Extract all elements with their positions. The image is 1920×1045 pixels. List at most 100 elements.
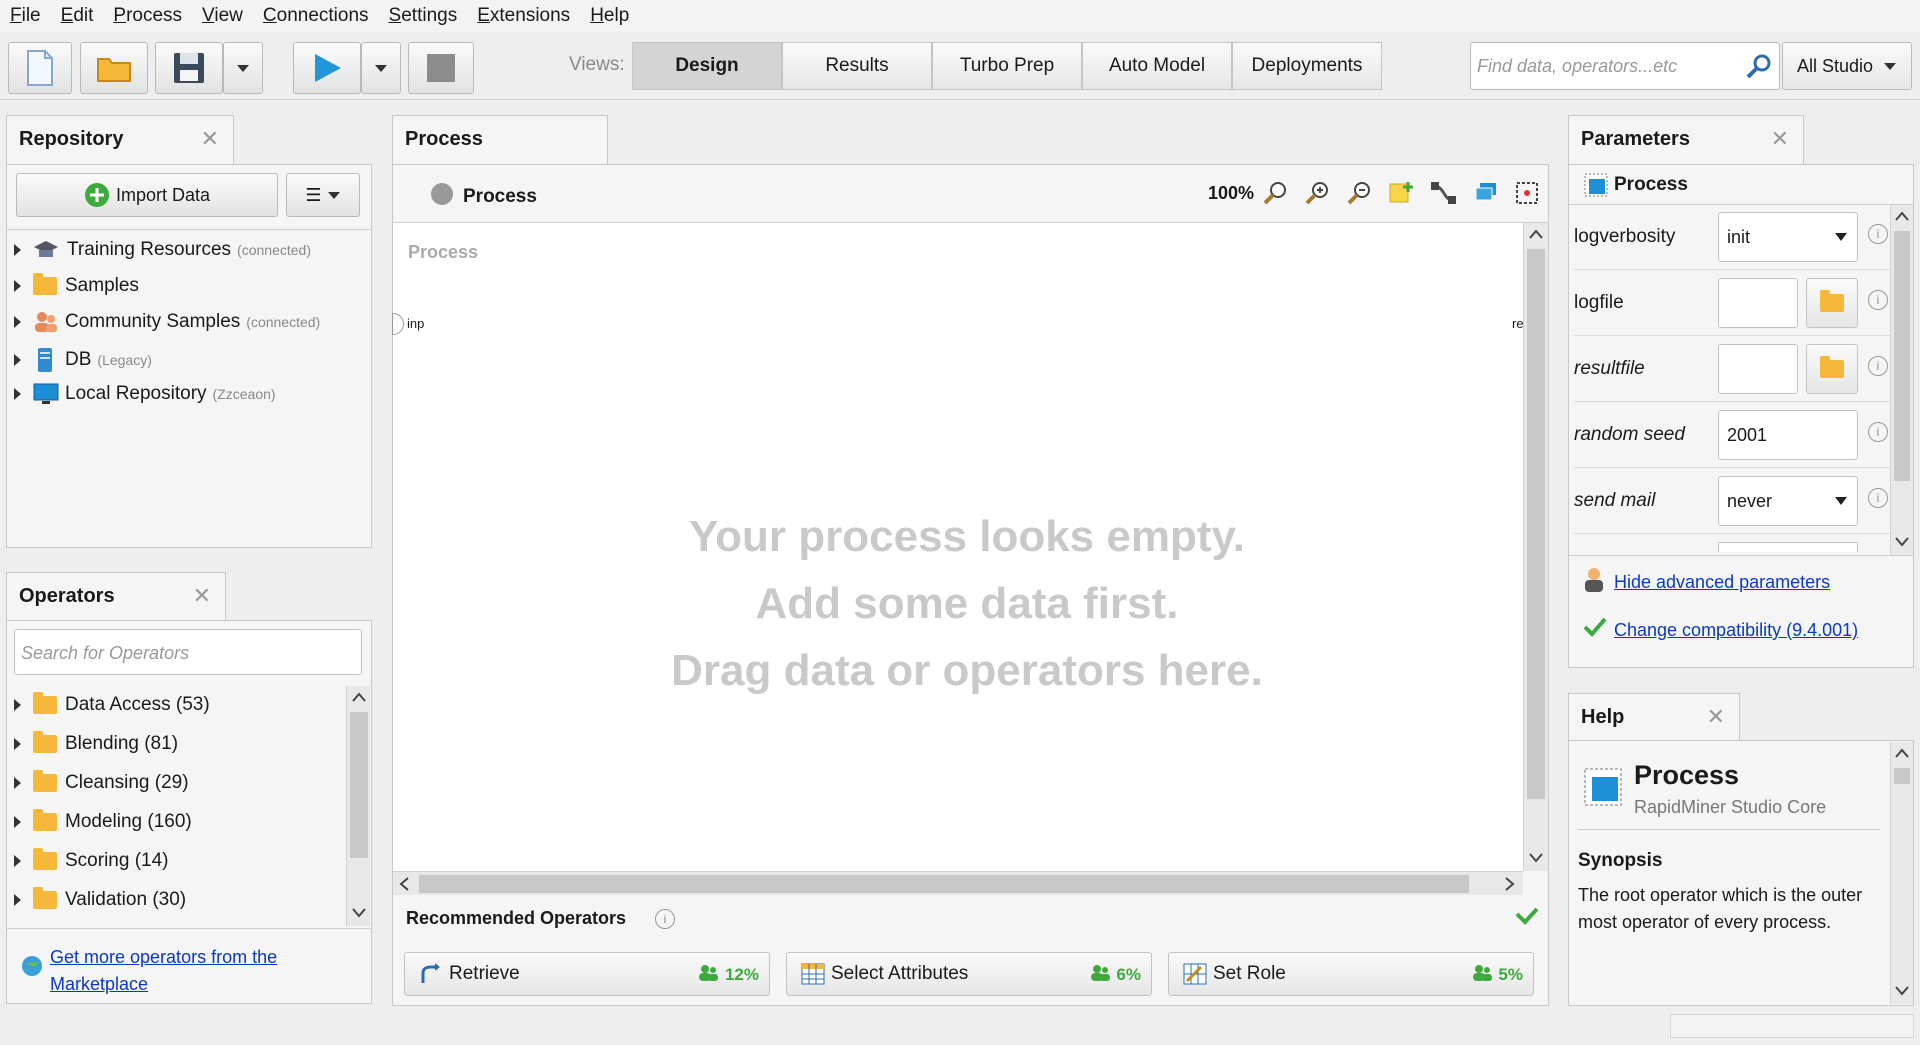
import-data-button[interactable]: Import Data: [16, 173, 278, 217]
parameters-scrollbar[interactable]: [1890, 205, 1913, 555]
repo-item-training-resources[interactable]: Training Resources (connected): [14, 239, 311, 261]
scroll-thumb[interactable]: [1894, 231, 1910, 481]
add-note-icon[interactable]: [1388, 180, 1414, 206]
logfile-browse-button[interactable]: [1806, 278, 1858, 328]
studio-scope-dropdown[interactable]: All Studio: [1782, 42, 1912, 90]
stop-button[interactable]: [408, 42, 474, 94]
tab-repository[interactable]: Repository ✕: [6, 115, 234, 165]
view-tab-design[interactable]: Design: [632, 42, 782, 90]
info-icon[interactable]: i: [1868, 224, 1888, 244]
scroll-thumb[interactable]: [350, 712, 368, 858]
chevron-up-icon[interactable]: [1529, 229, 1543, 239]
chevron-up-icon[interactable]: [1895, 211, 1909, 221]
tab-parameters[interactable]: Parameters ✕: [1568, 115, 1804, 165]
menu-process[interactable]: Process: [113, 5, 182, 27]
operator-group-item[interactable]: Modeling (160): [14, 809, 192, 833]
repo-item-db[interactable]: DB (Legacy): [14, 347, 152, 373]
operator-group-item[interactable]: Data Access (53): [14, 692, 210, 716]
canvas-horizontal-scrollbar[interactable]: [393, 871, 1523, 895]
checkmark-icon[interactable]: [1514, 906, 1540, 926]
info-icon[interactable]: i: [1868, 422, 1888, 442]
menu-edit[interactable]: Edit: [61, 5, 94, 27]
operator-group-item[interactable]: Blending (81): [14, 731, 178, 755]
auto-wire-icon[interactable]: [1430, 180, 1456, 206]
search-icon[interactable]: [1745, 52, 1773, 80]
open-button[interactable]: [80, 42, 148, 94]
marketplace-link[interactable]: Get more operators from the Marketplace: [50, 944, 277, 998]
info-icon[interactable]: i: [1868, 356, 1888, 376]
chevron-up-icon[interactable]: [352, 692, 366, 702]
menu-view[interactable]: View: [202, 5, 243, 27]
recommended-retrieve-button[interactable]: Retrieve 12%: [404, 952, 770, 996]
new-process-button[interactable]: [8, 42, 72, 94]
info-icon[interactable]: i: [1868, 290, 1888, 310]
save-dropdown-button[interactable]: [223, 42, 263, 94]
chevron-down-icon[interactable]: [1529, 853, 1543, 863]
run-dropdown-button[interactable]: [361, 42, 401, 94]
info-icon[interactable]: i: [1868, 488, 1888, 508]
expand-icon[interactable]: [14, 316, 21, 328]
resultfile-browse-button[interactable]: [1806, 344, 1858, 394]
scroll-thumb[interactable]: [1894, 768, 1910, 784]
repository-menu-button[interactable]: ☰: [286, 173, 360, 217]
operators-search-input[interactable]: Search for Operators: [14, 629, 362, 675]
hide-advanced-parameters-link[interactable]: Hide advanced parameters: [1614, 572, 1830, 593]
close-icon[interactable]: ✕: [201, 126, 219, 152]
view-tab-auto-model[interactable]: Auto Model: [1082, 42, 1232, 90]
zoom-out-icon[interactable]: [1346, 180, 1372, 206]
expand-icon[interactable]: [14, 816, 21, 828]
info-icon[interactable]: i: [655, 909, 675, 929]
help-scrollbar[interactable]: [1890, 742, 1913, 1004]
repo-item-local-repository[interactable]: Local Repository (Zzceaon): [14, 383, 276, 405]
view-tab-results[interactable]: Results: [782, 42, 932, 90]
scroll-thumb[interactable]: [1527, 249, 1545, 799]
send-mail-select[interactable]: never: [1718, 476, 1858, 526]
chevron-down-icon[interactable]: [1895, 537, 1909, 547]
chevron-up-icon[interactable]: [1895, 748, 1909, 758]
expand-icon[interactable]: [14, 354, 21, 366]
save-button[interactable]: [155, 42, 223, 94]
menu-file[interactable]: File: [10, 5, 41, 27]
close-icon[interactable]: ✕: [1707, 704, 1725, 730]
zoom-in-icon[interactable]: [1304, 180, 1330, 206]
operator-group-item[interactable]: Cleansing (29): [14, 770, 189, 794]
chevron-right-icon[interactable]: [1505, 877, 1515, 891]
process-breadcrumb[interactable]: Process: [463, 186, 537, 208]
chevron-down-icon[interactable]: [352, 908, 366, 918]
operators-scrollbar[interactable]: [346, 686, 370, 926]
repo-item-community-samples[interactable]: Community Samples (connected): [14, 311, 320, 333]
view-tab-deployments[interactable]: Deployments: [1232, 42, 1382, 90]
expand-icon[interactable]: [14, 894, 21, 906]
menu-connections[interactable]: Connections: [263, 5, 369, 27]
scroll-thumb[interactable]: [419, 875, 1469, 893]
chevron-left-icon[interactable]: [399, 877, 409, 891]
tab-process[interactable]: Process: [392, 115, 608, 165]
menu-extensions[interactable]: Extensions: [477, 5, 570, 27]
view-tab-turbo-prep[interactable]: Turbo Prep: [932, 42, 1082, 90]
global-search-input[interactable]: Find data, operators...etc: [1470, 42, 1780, 90]
logverbosity-select[interactable]: init: [1718, 212, 1858, 262]
operator-group-item[interactable]: Validation (30): [14, 887, 186, 911]
expand-icon[interactable]: [14, 777, 21, 789]
close-icon[interactable]: ✕: [1771, 126, 1789, 152]
random-seed-input[interactable]: 2001: [1718, 410, 1858, 460]
expand-icon[interactable]: [14, 280, 21, 292]
expand-icon[interactable]: [14, 738, 21, 750]
menu-help[interactable]: Help: [590, 5, 629, 27]
change-compatibility-link[interactable]: Change compatibility (9.4.001): [1614, 620, 1858, 641]
chevron-down-icon[interactable]: [1895, 986, 1909, 996]
close-icon[interactable]: ✕: [193, 583, 211, 609]
menu-settings[interactable]: Settings: [389, 5, 458, 27]
expand-icon[interactable]: [14, 244, 21, 256]
logfile-input[interactable]: [1718, 278, 1798, 328]
recommended-set-role-button[interactable]: Set Role 5%: [1168, 952, 1534, 996]
repo-item-samples[interactable]: Samples: [14, 273, 139, 297]
recommended-select-attributes-button[interactable]: Select Attributes 6%: [786, 952, 1152, 996]
expand-icon[interactable]: [14, 388, 21, 400]
layers-icon[interactable]: [1472, 180, 1498, 206]
resultfile-input[interactable]: [1718, 344, 1798, 394]
tab-operators[interactable]: Operators ✕: [6, 572, 226, 622]
tab-help[interactable]: Help ✕: [1568, 693, 1740, 743]
expand-icon[interactable]: [14, 855, 21, 867]
canvas-vertical-scrollbar[interactable]: [1523, 223, 1548, 871]
